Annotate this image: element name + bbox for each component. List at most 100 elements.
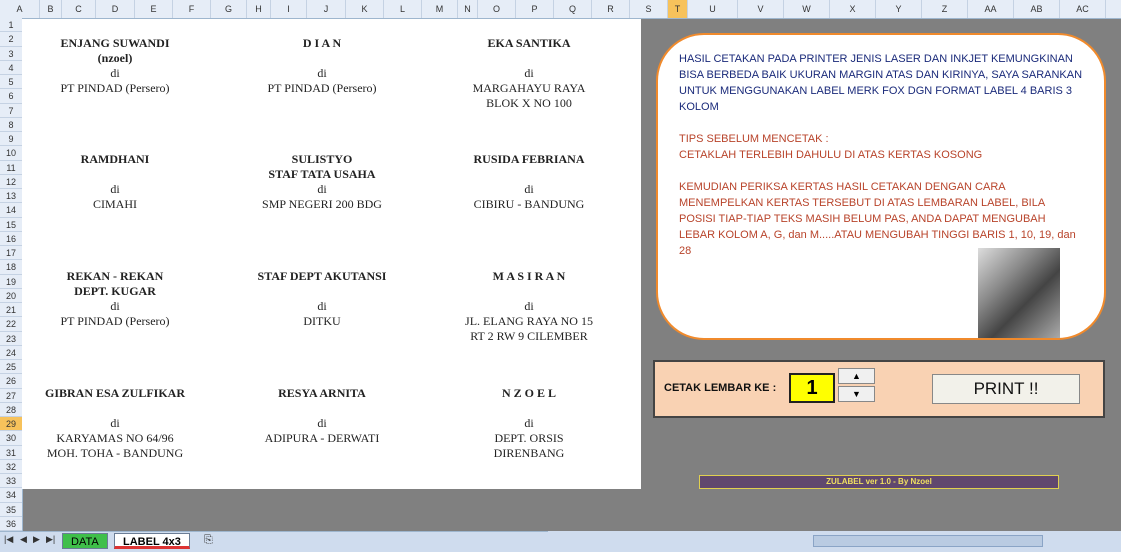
label-name: STAF DEPT AKUTANSI (257, 269, 387, 283)
column-header-k[interactable]: K (346, 0, 384, 18)
column-header-a[interactable]: A (0, 0, 40, 18)
label-cell[interactable]: REKAN - REKAN DEPT. KUGAR di PT PINDAD (Per… (15, 269, 215, 329)
label-name2: STAF TATA USAHA (268, 167, 376, 181)
spin-down-icon[interactable]: ▼ (838, 386, 875, 402)
column-header-q[interactable]: Q (554, 0, 592, 18)
column-header-bar: ABCDEFGHIJKLMNOPQRSTUVWXYZAAABACAD (0, 0, 1121, 19)
column-header-w[interactable]: W (784, 0, 830, 18)
label-addr1: PT PINDAD (Persero) (60, 81, 170, 95)
label-name2: DEPT. KUGAR (74, 284, 156, 298)
column-header-t[interactable]: T (668, 0, 688, 18)
label-di: di (317, 416, 327, 430)
label-di: di (524, 416, 534, 430)
label-cell[interactable]: D I A N di PT PINDAD (Persero) (222, 36, 422, 96)
row-header-36[interactable]: 36 (0, 517, 22, 531)
column-header-d[interactable]: D (96, 0, 135, 18)
label-addr1: JL. ELANG RAYA NO 15 (465, 314, 593, 328)
column-header-p[interactable]: P (516, 0, 554, 18)
label-cell[interactable]: RAMDHANI di CIMAHI (15, 152, 215, 212)
column-header-y[interactable]: Y (876, 0, 922, 18)
prev-sheet-icon[interactable]: ◀ (20, 534, 27, 545)
column-header-c[interactable]: C (62, 0, 96, 18)
label-addr2: BLOK X NO 100 (486, 96, 572, 110)
row-header-17[interactable]: 17 (0, 246, 22, 261)
column-header-o[interactable]: O (478, 0, 516, 18)
label-sheet[interactable]: ENJANG SUWANDI (nzoel) di PT PINDAD (Perser… (22, 19, 641, 489)
label-di: di (524, 299, 534, 313)
label-cell[interactable]: ENJANG SUWANDI (nzoel) di PT PINDAD (Perser… (15, 36, 215, 96)
column-header-b[interactable]: B (40, 0, 62, 18)
column-header-i[interactable]: I (271, 0, 307, 18)
row-header-32[interactable]: 32 (0, 460, 22, 474)
column-header-r[interactable]: R (592, 0, 630, 18)
label-name: D I A N (302, 36, 342, 50)
label-cell[interactable]: SULISTYO STAF TATA USAHA di SMP NEGERI 200 … (222, 152, 422, 212)
label-cell[interactable]: GIBRAN ESA ZULFIKAR di KARYAMAS NO 64/96 MO… (15, 386, 215, 461)
row-header-23[interactable]: 23 (0, 332, 22, 346)
spin-up-icon[interactable]: ▲ (838, 368, 875, 384)
scrollbar-thumb[interactable] (813, 535, 1043, 547)
row-header-9[interactable]: 9 (0, 132, 22, 147)
row-header-1[interactable]: 1 (0, 18, 22, 33)
label-name: N Z O E L (501, 386, 556, 400)
row-header-24[interactable]: 24 (0, 346, 22, 360)
label-name: EKA SANTIKA (487, 36, 571, 50)
column-header-aa[interactable]: AA (968, 0, 1014, 18)
label-addr2: DIRENBANG (493, 446, 565, 460)
new-sheet-icon[interactable]: ⎘ (204, 534, 213, 547)
next-sheet-icon[interactable]: ▶ (33, 534, 40, 545)
column-header-g[interactable]: G (211, 0, 247, 18)
tab-data[interactable]: DATA (62, 533, 108, 549)
label-cell[interactable]: EKA SANTIKA di MARGAHAYU RAYA BLOK X NO 100 (429, 36, 629, 111)
label-addr1: SMP NEGERI 200 BDG (262, 197, 382, 211)
row-header-25[interactable]: 25 (0, 360, 22, 375)
column-header-ab[interactable]: AB (1014, 0, 1060, 18)
row-header-7[interactable]: 7 (0, 104, 22, 118)
label-cell[interactable]: RUSIDA FEBRIANA di CIBIRU - BANDUNG (429, 152, 629, 212)
row-header-35[interactable]: 35 (0, 503, 22, 517)
column-header-m[interactable]: M (422, 0, 458, 18)
row-header-8[interactable]: 8 (0, 118, 22, 132)
print-button[interactable]: PRINT !! (932, 374, 1080, 404)
author-photo (978, 248, 1060, 338)
row-header-33[interactable]: 33 (0, 474, 22, 489)
label-di: di (110, 416, 120, 430)
column-header-z[interactable]: Z (922, 0, 968, 18)
column-header-u[interactable]: U (688, 0, 738, 18)
label-di: di (110, 299, 120, 313)
column-header-j[interactable]: J (307, 0, 346, 18)
label-name2: (nzoel) (97, 51, 133, 65)
column-header-v[interactable]: V (738, 0, 784, 18)
label-cell[interactable]: RESYA ARNITA di ADIPURA - DERWATI (222, 386, 422, 446)
app-credit-bar: ZULABEL ver 1.0 - By Nzoel (699, 475, 1059, 489)
horizontal-scrollbar[interactable] (548, 531, 1121, 551)
column-header-l[interactable]: L (384, 0, 422, 18)
tab-label-4x3[interactable]: LABEL 4x3 (114, 533, 190, 549)
column-header-n[interactable]: N (458, 0, 478, 18)
column-header-x[interactable]: X (830, 0, 876, 18)
column-header-f[interactable]: F (173, 0, 211, 18)
column-header-s[interactable]: S (630, 0, 668, 18)
first-sheet-icon[interactable]: |◀ (4, 534, 13, 545)
label-name: M A S I R A N (492, 269, 566, 283)
label-addr2: RT 2 RW 9 CILEMBER (470, 329, 588, 343)
column-header-ad[interactable]: AD (1106, 0, 1121, 18)
label-addr1: DITKU (303, 314, 341, 328)
column-header-ac[interactable]: AC (1060, 0, 1106, 18)
row-header-16[interactable]: 16 (0, 232, 22, 246)
sheet-number-label: CETAK LEMBAR KE : (664, 382, 777, 394)
row-header-15[interactable]: 15 (0, 218, 22, 232)
label-di: di (317, 182, 327, 196)
label-cell[interactable]: M A S I R A N di JL. ELANG RAYA NO 15 RT 2 … (429, 269, 629, 344)
sheet-number-field[interactable]: 1 (789, 373, 835, 403)
column-header-h[interactable]: H (247, 0, 271, 18)
label-name: SULISTYO (291, 152, 353, 166)
label-addr1: PT PINDAD (Persero) (60, 314, 170, 328)
row-header-34[interactable]: 34 (0, 488, 22, 503)
label-cell[interactable]: STAF DEPT AKUTANSI di DITKU (222, 269, 422, 329)
last-sheet-icon[interactable]: ▶| (46, 534, 55, 545)
label-cell[interactable]: N Z O E L di DEPT. ORSIS DIRENBANG (429, 386, 629, 461)
column-header-e[interactable]: E (135, 0, 173, 18)
label-di: di (110, 66, 120, 80)
label-name: ENJANG SUWANDI (60, 36, 170, 50)
